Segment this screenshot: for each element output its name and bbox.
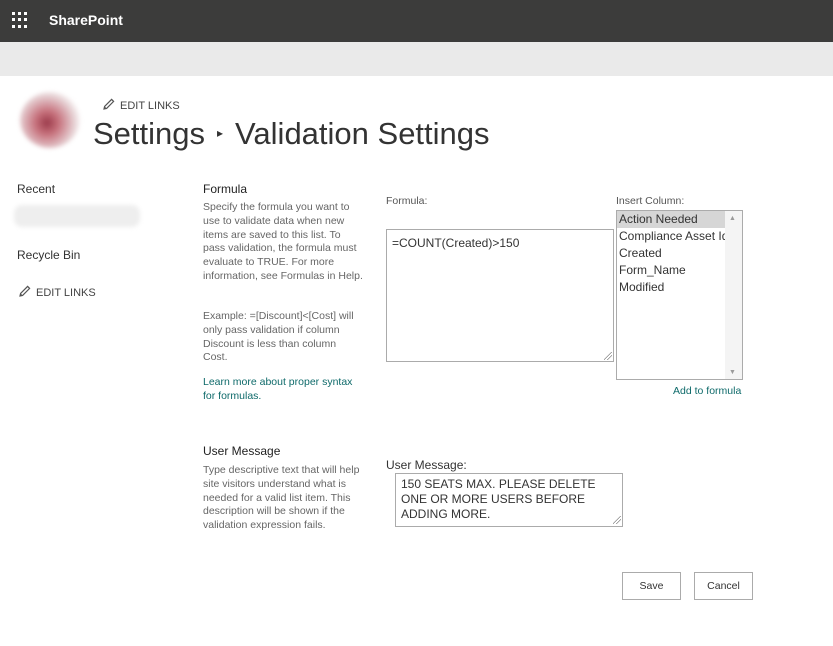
user-message-section-description: Type descriptive text that will help sit… <box>203 464 360 532</box>
breadcrumb-separator-icon: ▸ <box>217 125 224 140</box>
column-option[interactable]: Modified <box>617 279 727 296</box>
formula-example-text: Example: =[Discount]<[Cost] will only pa… <box>203 310 354 364</box>
formula-textarea[interactable]: =COUNT(Created)>150 <box>386 229 614 362</box>
nav-recycle-bin[interactable]: Recycle Bin <box>17 248 80 262</box>
command-bar <box>0 42 833 76</box>
nav-edit-links-label: EDIT LINKS <box>36 287 96 299</box>
listbox-scrollbar[interactable]: ▲ ▼ <box>725 211 742 379</box>
save-button[interactable]: Save <box>622 572 681 600</box>
formula-resize-grip[interactable] <box>604 352 612 360</box>
chevron-down-icon[interactable]: ▼ <box>729 369 736 376</box>
breadcrumb-current: Validation Settings <box>235 116 490 151</box>
pencil-icon <box>19 285 31 297</box>
column-option[interactable]: Form_Name <box>617 262 727 279</box>
nav-recent[interactable]: Recent <box>17 182 55 196</box>
edit-links-top-label: EDIT LINKS <box>120 100 180 112</box>
message-resize-grip[interactable] <box>613 516 621 524</box>
user-message-field-label: User Message: <box>386 458 467 472</box>
app-launcher-waffle-icon[interactable] <box>12 12 28 28</box>
nav-edit-links-button[interactable]: EDIT LINKS <box>19 285 96 299</box>
add-to-formula-link[interactable]: Add to formula <box>673 385 741 397</box>
insert-column-label: Insert Column: <box>616 195 685 207</box>
formula-section-heading: Formula <box>203 182 248 196</box>
learn-more-formula-link[interactable]: Learn more about proper syntax for formu… <box>203 376 363 404</box>
formula-section-description: Specify the formula you want to use to v… <box>203 201 363 282</box>
chevron-up-icon[interactable]: ▲ <box>729 215 736 222</box>
user-message-textarea[interactable]: 150 SEATS MAX. PLEASE DELETE ONE OR MORE… <box>395 473 623 527</box>
pencil-icon <box>103 98 115 110</box>
nav-recent-item-redacted[interactable] <box>14 205 140 227</box>
brand-link[interactable]: SharePoint <box>49 12 123 28</box>
suite-bar: SharePoint <box>0 0 833 42</box>
formula-field-label: Formula: <box>386 195 428 207</box>
column-option[interactable]: Compliance Asset Id <box>617 228 727 245</box>
edit-links-top-button[interactable]: EDIT LINKS <box>103 98 180 112</box>
page-title: Settings ▸ Validation Settings <box>93 116 490 152</box>
insert-column-listbox[interactable]: Action Needed Compliance Asset Id Create… <box>616 210 743 380</box>
cancel-button[interactable]: Cancel <box>694 572 753 600</box>
column-option[interactable]: Created <box>617 245 727 262</box>
breadcrumb-settings[interactable]: Settings <box>93 116 205 151</box>
column-option[interactable]: Action Needed <box>617 211 727 228</box>
user-message-section-heading: User Message <box>203 444 281 458</box>
site-logo[interactable] <box>20 92 80 148</box>
